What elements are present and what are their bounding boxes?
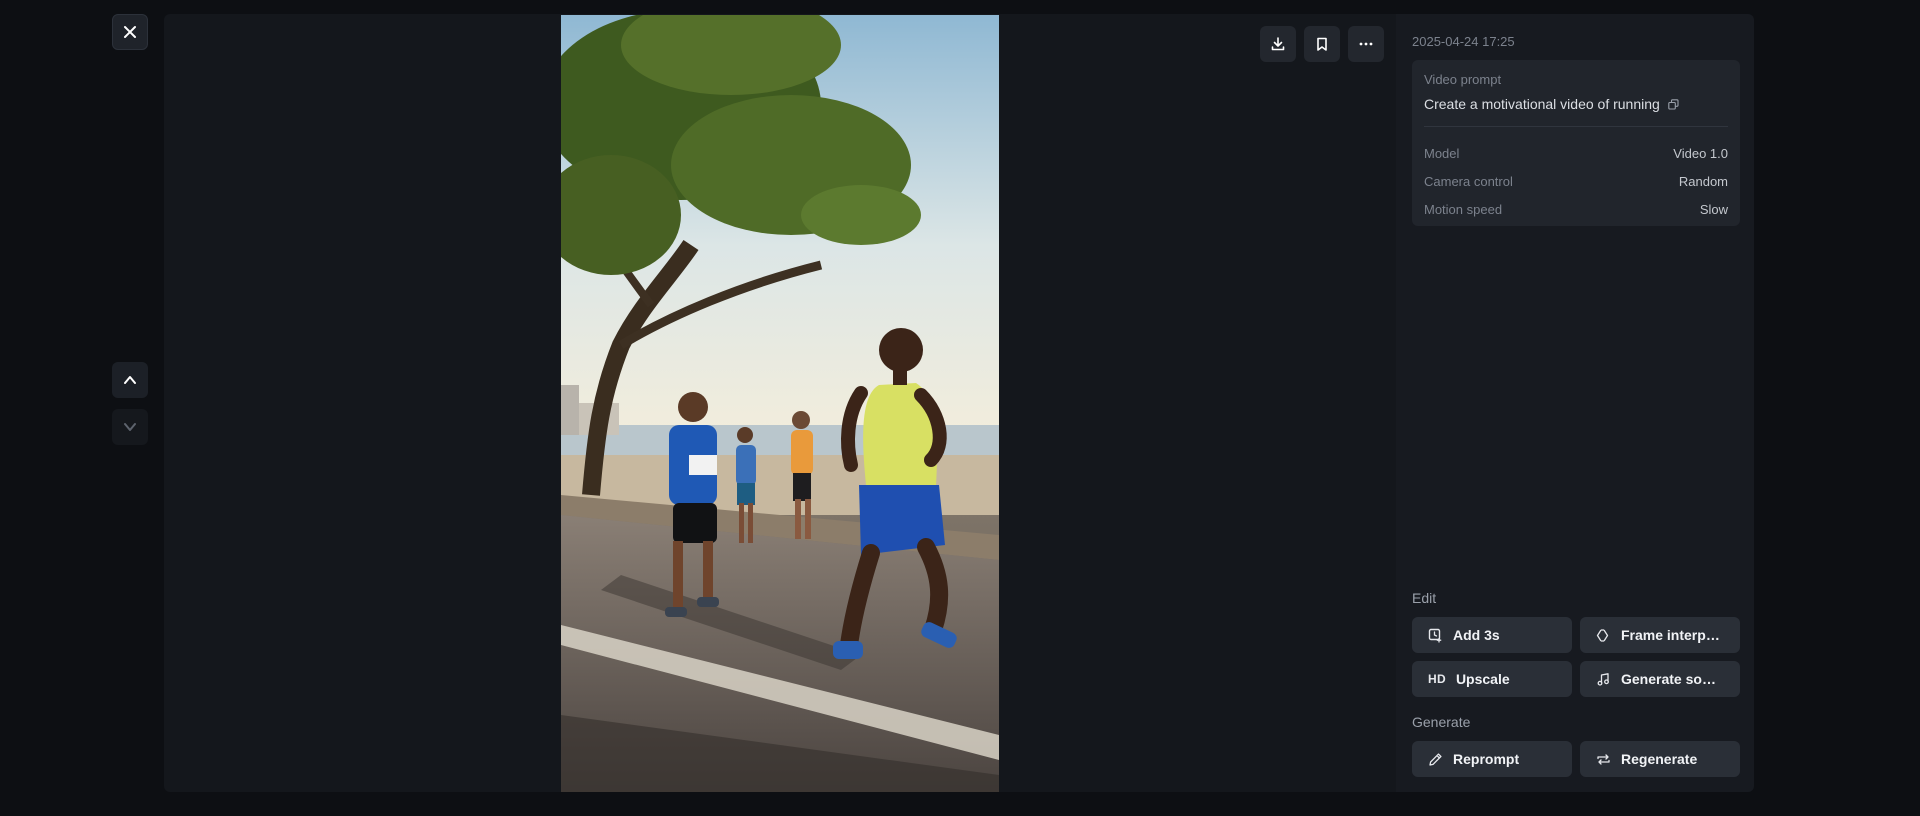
detail-value: Random (1678, 173, 1728, 189)
copy-icon[interactable] (1668, 98, 1679, 110)
prompt-text: Create a motivational video of running (1424, 96, 1660, 112)
divider (1424, 126, 1728, 127)
detail-value: Video 1.0 (1673, 145, 1728, 161)
more-icon (1358, 36, 1374, 52)
detail-row-motion-speed: Motion speed Slow (1424, 195, 1728, 223)
button-label: Reprompt (1453, 751, 1520, 767)
add-time-icon (1428, 628, 1443, 643)
regenerate-button[interactable]: Regenerate (1580, 741, 1740, 777)
prompt-text-row: Create a motivational video of running (1424, 96, 1728, 112)
generate-sound-button[interactable]: Generate soun... (1580, 661, 1740, 697)
more-button[interactable] (1348, 26, 1384, 62)
next-button[interactable] (112, 409, 148, 445)
edit-section-title: Edit (1412, 590, 1437, 606)
music-note-icon (1596, 672, 1611, 687)
detail-row-camera-control: Camera control Random (1424, 167, 1728, 195)
detail-row-model: Model Video 1.0 (1424, 139, 1728, 167)
button-label: Frame interpol... (1621, 627, 1724, 643)
button-label: Add 3s (1453, 627, 1500, 643)
video-viewer (164, 14, 1396, 792)
detail-key: Model (1424, 145, 1460, 161)
button-label: Upscale (1455, 671, 1510, 687)
download-button[interactable] (1260, 26, 1296, 62)
chevron-up-icon (123, 373, 137, 387)
button-label: Regenerate (1621, 751, 1698, 767)
download-icon (1270, 36, 1286, 52)
prompt-info-card: Video prompt Create a motivational video… (1412, 60, 1740, 226)
reprompt-button[interactable]: Reprompt (1412, 741, 1572, 777)
close-button[interactable] (112, 14, 148, 50)
upscale-button[interactable]: HD Upscale (1412, 661, 1572, 697)
prompt-label: Video prompt (1424, 72, 1502, 87)
video-detail-page: 2025-04-24 17:25 Video prompt Create a m… (0, 0, 1920, 816)
add-3s-button[interactable]: Add 3s (1412, 617, 1572, 653)
generate-section-title: Generate (1412, 714, 1471, 730)
button-label: Generate soun... (1621, 671, 1724, 687)
repeat-icon (1596, 752, 1611, 767)
bookmark-button[interactable] (1304, 26, 1340, 62)
video-frame-illustration (561, 15, 999, 792)
diamond-icon (1596, 628, 1611, 643)
detail-value: Slow (1699, 201, 1728, 217)
previous-button[interactable] (112, 362, 148, 398)
pencil-icon (1428, 752, 1443, 767)
detail-key: Motion speed (1424, 201, 1503, 217)
hd-icon: HD (1428, 672, 1446, 686)
detail-key: Camera control (1424, 173, 1513, 189)
video-player[interactable] (561, 15, 999, 792)
close-icon (123, 25, 137, 39)
frame-interpolation-button[interactable]: Frame interpol... (1580, 617, 1740, 653)
created-timestamp: 2025-04-24 17:25 (1412, 34, 1515, 49)
details-panel: 2025-04-24 17:25 Video prompt Create a m… (1396, 14, 1754, 792)
bookmark-icon (1314, 36, 1330, 52)
video-actions (1260, 26, 1384, 62)
chevron-down-icon (123, 420, 137, 434)
